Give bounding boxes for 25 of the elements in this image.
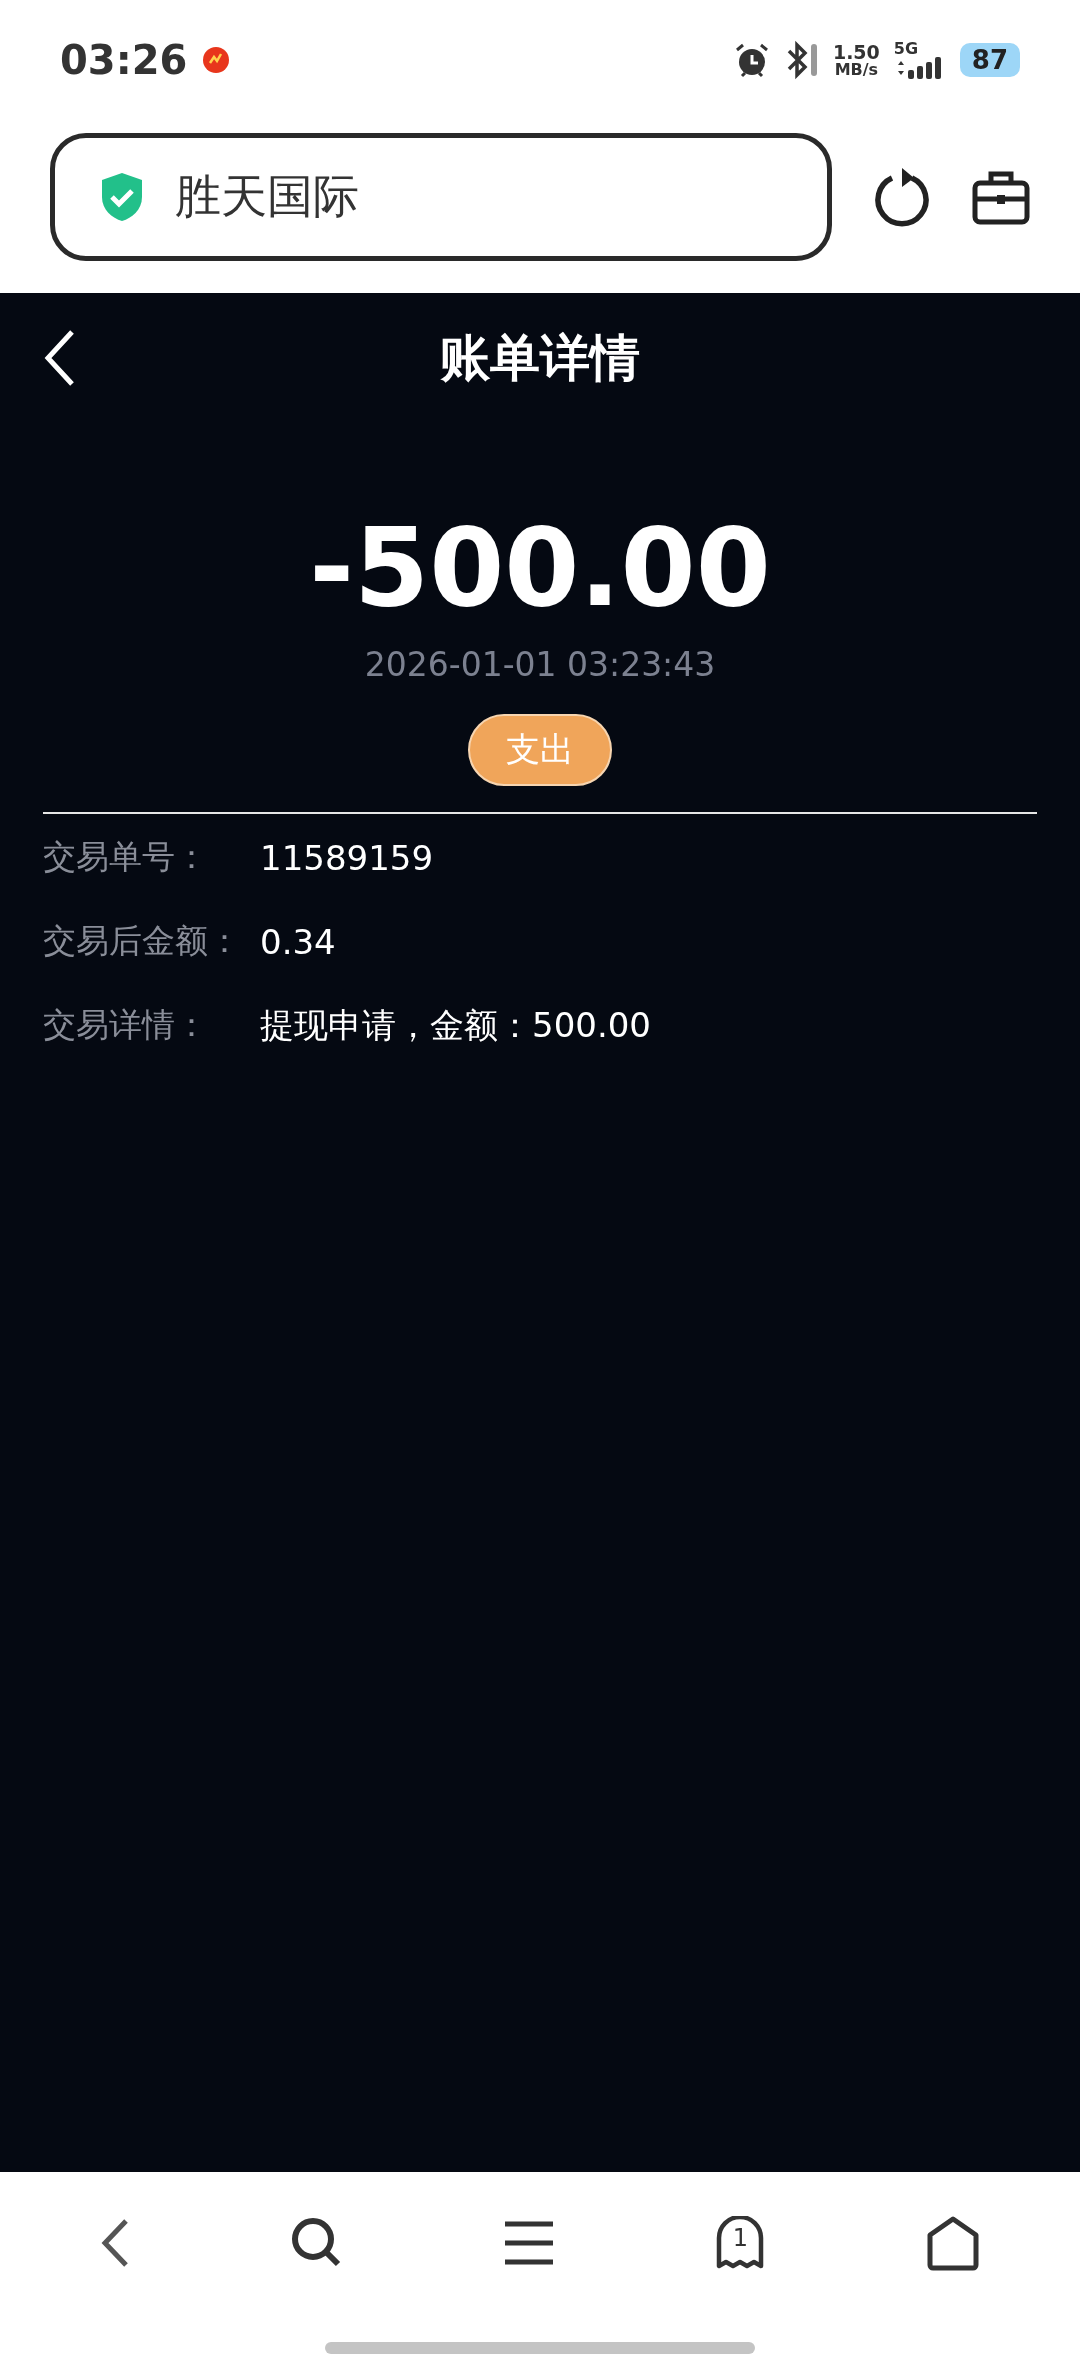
- address-field[interactable]: 胜天国际: [50, 132, 832, 261]
- speed-unit: MB/s: [834, 61, 879, 78]
- transaction-datetime: 2026-01-01 03:23:43: [364, 644, 716, 684]
- status-time: 03:26: [60, 37, 188, 83]
- site-title: 胜天国际: [175, 167, 359, 225]
- amount: -500.00: [309, 504, 771, 632]
- detail-label: 交易后金额：: [43, 920, 242, 963]
- menu-icon[interactable]: [502, 2220, 555, 2266]
- back-icon[interactable]: [100, 2218, 131, 2268]
- page-title: 账单详情: [440, 327, 640, 389]
- refresh-icon[interactable]: [872, 165, 932, 228]
- detail-value: 提现申请，金额：500.00: [260, 1003, 651, 1047]
- shield-check-icon: [99, 170, 145, 223]
- home-icon[interactable]: [925, 2215, 980, 2271]
- expense-badge: 支出: [468, 713, 612, 786]
- app-notification-icon: [201, 45, 232, 75]
- detail-label: 交易详情：: [43, 1004, 209, 1047]
- network-speed: 1.50: [832, 42, 880, 62]
- detail-value: 0.34: [260, 921, 336, 962]
- detail-value: 11589159: [260, 837, 434, 878]
- battery-level: 87: [959, 43, 1020, 77]
- tabs-button[interactable]: 1: [715, 2216, 766, 2270]
- search-icon[interactable]: [290, 2217, 343, 2269]
- detail-label: 交易单号：: [43, 836, 209, 879]
- network-type: 5G: [893, 41, 919, 57]
